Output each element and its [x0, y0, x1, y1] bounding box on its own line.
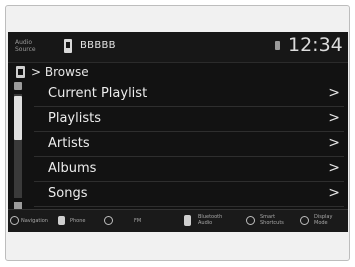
- display-mode-shortcut[interactable]: Display Mode: [300, 210, 346, 232]
- list-item-label: Albums: [48, 161, 97, 176]
- chevron-right-icon: >: [328, 110, 340, 126]
- fm-shortcut[interactable]: FM: [128, 210, 154, 232]
- breadcrumb-label: > Browse: [31, 65, 89, 79]
- audio-source-button[interactable]: Audio Source: [12, 36, 52, 56]
- breadcrumb: > Browse: [8, 63, 348, 83]
- fm-shortcut-label: FM: [134, 218, 142, 224]
- scroll-thumb[interactable]: [14, 96, 22, 140]
- list-item[interactable]: Albums >: [34, 157, 344, 182]
- chevron-right-icon: >: [328, 85, 340, 101]
- scroll-up-icon[interactable]: [14, 82, 22, 90]
- nav-shortcut-label: Navigation: [21, 218, 48, 224]
- chevron-right-icon: >: [328, 185, 340, 201]
- chevron-right-icon: >: [328, 160, 340, 176]
- bluetooth-icon: [184, 215, 191, 226]
- list-item-label: Playlists: [48, 111, 101, 126]
- clock: 12:34: [288, 34, 343, 56]
- phone-status-icon: [275, 41, 280, 50]
- list-item[interactable]: Playlists >: [34, 107, 344, 132]
- display-mode-icon: [300, 216, 309, 225]
- scrollbar[interactable]: [13, 82, 23, 212]
- list-item[interactable]: Current Playlist >: [34, 82, 344, 107]
- bluetooth-audio-shortcut[interactable]: Bluetooth Audio: [184, 210, 232, 232]
- device-name: BBBBB: [80, 40, 116, 51]
- list-item-label: Songs: [48, 186, 88, 201]
- list-item[interactable]: Artists >: [34, 132, 344, 157]
- bottom-bar: Navigation Phone FM Bluetooth Audio Smar…: [8, 209, 348, 232]
- phone-shortcut[interactable]: Phone: [58, 210, 92, 232]
- device-icon[interactable]: [16, 66, 25, 78]
- shortcuts-icon: [246, 216, 255, 225]
- breadcrumb-browse: Browse: [44, 65, 89, 79]
- smart-shortcuts-label: Smart Shortcuts: [260, 214, 284, 226]
- bluetooth-audio-label: Bluetooth Audio: [198, 214, 223, 226]
- device-icon: [64, 39, 72, 53]
- radio-icon: [104, 216, 113, 225]
- list-item-label: Artists: [48, 136, 90, 151]
- breadcrumb-separator: >: [31, 65, 42, 79]
- head-unit-screen: Audio Source BBBBB 12:34 > Browse Curren…: [8, 32, 348, 232]
- list-item[interactable]: Songs >: [34, 182, 344, 207]
- phone-shortcut-label: Phone: [70, 218, 86, 224]
- status-bar: Audio Source BBBBB 12:34: [8, 32, 348, 63]
- list-item-label: Current Playlist: [48, 86, 148, 101]
- nav-shortcut[interactable]: Navigation: [10, 210, 50, 232]
- phone-icon: [58, 216, 65, 225]
- display-mode-label: Display Mode: [314, 214, 333, 226]
- smart-shortcuts[interactable]: Smart Shortcuts: [246, 210, 292, 232]
- chevron-right-icon: >: [328, 135, 340, 151]
- browse-list: Current Playlist > Playlists > Artists >…: [34, 82, 344, 207]
- radio-shortcut[interactable]: [104, 210, 118, 232]
- navigation-icon: [10, 216, 19, 225]
